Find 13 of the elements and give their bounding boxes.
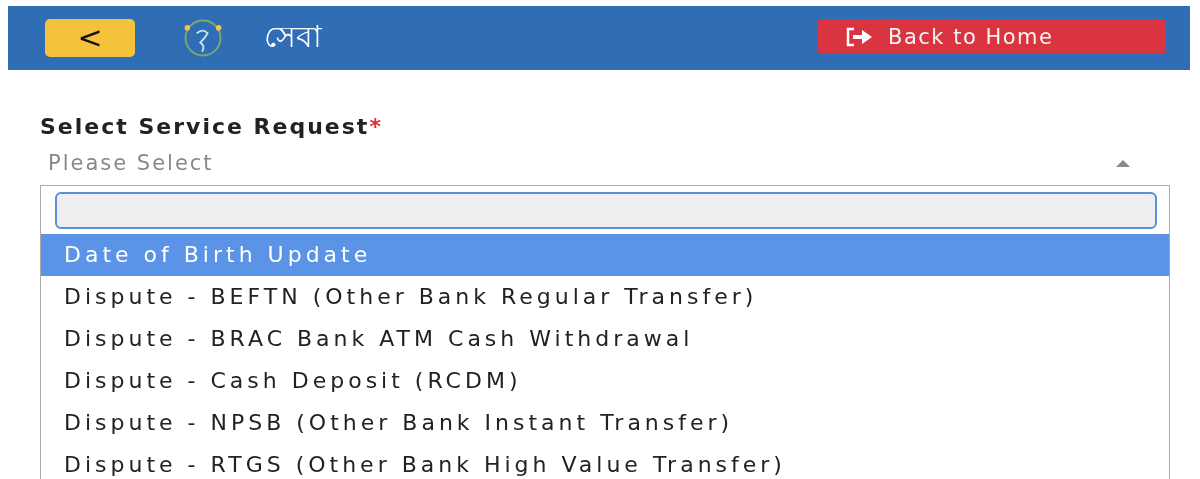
dropdown-option[interactable]: Dispute - Cash Deposit (RCDM) bbox=[41, 360, 1169, 402]
back-to-home-button[interactable]: Back to Home bbox=[818, 19, 1166, 54]
dropdown-option[interactable]: Dispute - NPSB (Other Bank Instant Transfer) bbox=[41, 402, 1169, 444]
service-select[interactable]: Please Select bbox=[40, 148, 1170, 178]
dropdown-option[interactable]: Dispute - BRAC Bank ATM Cash Withdrawal bbox=[41, 318, 1169, 360]
search-field[interactable] bbox=[55, 192, 1157, 229]
brand-name: সেবা bbox=[264, 17, 322, 56]
back-button[interactable]: < bbox=[45, 19, 135, 57]
dropdown-option[interactable]: Dispute - BEFTN (Other Bank Regular Transfer) bbox=[41, 276, 1169, 318]
dropdown-option[interactable]: Dispute - RTGS (Other Bank High Value Transfer) bbox=[41, 444, 1169, 479]
required-mark: * bbox=[369, 114, 383, 139]
caret-icon bbox=[1116, 159, 1130, 167]
field-label: Select Service Request bbox=[40, 114, 370, 139]
